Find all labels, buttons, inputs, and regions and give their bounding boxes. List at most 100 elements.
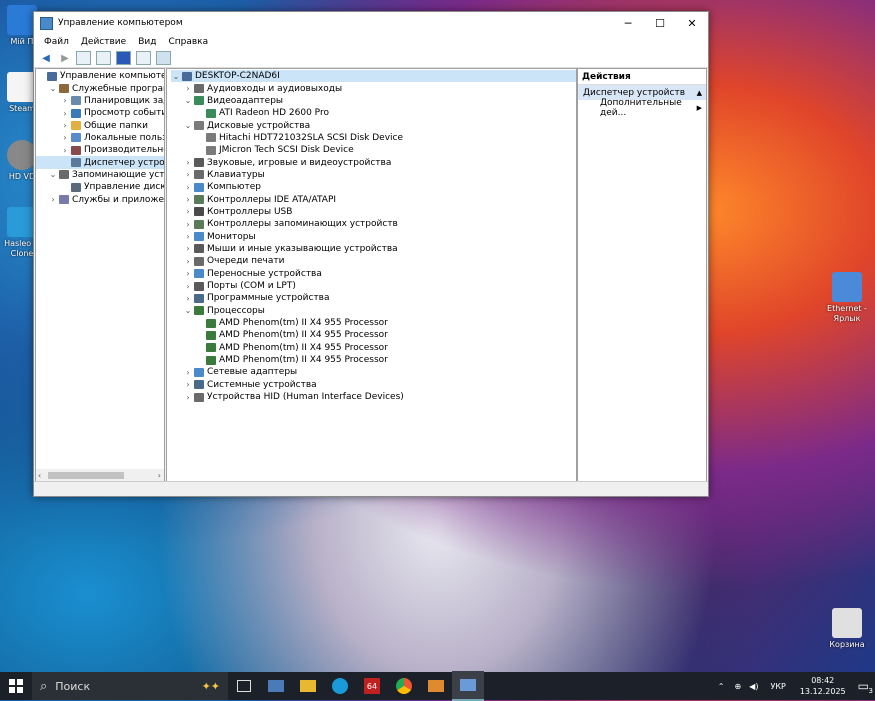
- tree-node[interactable]: › Контроллеры IDE ATA/ATAPI: [171, 193, 576, 205]
- expanded-chevron-icon[interactable]: ⌄: [183, 121, 193, 130]
- edge-icon[interactable]: [324, 672, 356, 700]
- notifications-button[interactable]: ▭ 3: [858, 679, 873, 695]
- show-hide-tree-icon[interactable]: [96, 51, 111, 65]
- forward-arrow-icon[interactable]: ▶: [57, 51, 73, 65]
- network-globe-icon[interactable]: ⊕: [734, 682, 741, 691]
- tree-node[interactable]: Hitachi HDT721032SLA SCSI Disk Device: [171, 132, 576, 144]
- tree-node[interactable]: Диспетчер устройств: [36, 156, 164, 169]
- tree-node[interactable]: AMD Phenom(tm) II X4 955 Processor: [171, 329, 576, 341]
- tree-node[interactable]: ATI Radeon HD 2600 Pro: [171, 107, 576, 119]
- app-icon-orange[interactable]: [420, 672, 452, 700]
- expanded-chevron-icon[interactable]: ⌄: [48, 170, 58, 179]
- tree-node[interactable]: ⌄ Процессоры: [171, 305, 576, 317]
- collapsed-chevron-icon[interactable]: ›: [183, 232, 193, 241]
- tree-node[interactable]: AMD Phenom(tm) II X4 955 Processor: [171, 317, 576, 329]
- tree-node[interactable]: › Службы и приложения: [36, 193, 164, 205]
- desktop-icon-ethernet[interactable]: Ethernet - Ярлык: [822, 272, 872, 324]
- maximize-button[interactable]: ☐: [644, 12, 676, 34]
- collapsed-chevron-icon[interactable]: ›: [60, 121, 70, 130]
- tray-chevron-icon[interactable]: ⌃: [718, 682, 725, 691]
- collapsed-chevron-icon[interactable]: ›: [183, 380, 193, 389]
- volume-icon[interactable]: ◀): [749, 682, 758, 691]
- collapsed-chevron-icon[interactable]: ›: [183, 282, 193, 291]
- help-icon[interactable]: [116, 51, 131, 65]
- desktop-icon-recycle-bin[interactable]: Корзина: [822, 608, 872, 650]
- scrollbar-thumb[interactable]: [48, 471, 124, 479]
- tree-node[interactable]: › Звуковые, игровые и видеоустройства: [171, 156, 576, 168]
- tree-node[interactable]: › Контроллеры запоминающих устройств: [171, 218, 576, 230]
- collapsed-chevron-icon[interactable]: ›: [183, 368, 193, 377]
- tree-node[interactable]: › Локальные пользовате: [36, 132, 164, 144]
- tree-node[interactable]: AMD Phenom(tm) II X4 955 Processor: [171, 342, 576, 354]
- collapsed-chevron-icon[interactable]: ›: [60, 146, 70, 155]
- back-arrow-icon[interactable]: ◀: [38, 51, 54, 65]
- tree-node[interactable]: ⌄ DESKTOP-C2NAD6I: [171, 70, 576, 83]
- more-actions-item[interactable]: Дополнительные дей... ▶: [578, 98, 706, 118]
- tree-node[interactable]: › Сетевые адаптеры: [171, 366, 576, 378]
- tree-node[interactable]: › Контроллеры USB: [171, 206, 576, 218]
- start-button[interactable]: [0, 672, 32, 700]
- properties-icon[interactable]: [136, 51, 151, 65]
- menu-view[interactable]: Вид: [132, 37, 162, 47]
- tree-node[interactable]: › Порты (COM и LPT): [171, 280, 576, 292]
- expanded-chevron-icon[interactable]: ⌄: [183, 96, 193, 105]
- tree-node[interactable]: › Производительность: [36, 144, 164, 156]
- task-view-icon[interactable]: [228, 672, 260, 700]
- collapsed-chevron-icon[interactable]: ›: [183, 207, 193, 216]
- expanded-chevron-icon[interactable]: ⌄: [48, 84, 58, 93]
- tree-node[interactable]: › Просмотр событий: [36, 107, 164, 119]
- collapsed-chevron-icon[interactable]: ›: [183, 269, 193, 278]
- close-button[interactable]: ✕: [676, 12, 708, 34]
- collapsed-chevron-icon[interactable]: ›: [183, 84, 193, 93]
- collapsed-chevron-icon[interactable]: ›: [183, 183, 193, 192]
- tree-node[interactable]: › Клавиатуры: [171, 169, 576, 181]
- collapsed-chevron-icon[interactable]: ›: [183, 220, 193, 229]
- tree-node[interactable]: ⌄ Запоминающие устройст: [36, 169, 164, 181]
- tree-node[interactable]: › Очереди печати: [171, 255, 576, 267]
- tree-node[interactable]: › Мониторы: [171, 230, 576, 242]
- collapsed-chevron-icon[interactable]: ›: [60, 109, 70, 118]
- computer-management-taskbar-icon[interactable]: [260, 672, 292, 700]
- tree-node[interactable]: Управление дисками: [36, 181, 164, 193]
- tree-node[interactable]: › Программные устройства: [171, 292, 576, 304]
- tree-node[interactable]: › Общие папки: [36, 119, 164, 131]
- tree-node[interactable]: › Мыши и иные указывающие устройства: [171, 243, 576, 255]
- collapsed-chevron-icon[interactable]: ›: [183, 294, 193, 303]
- menu-action[interactable]: Действие: [75, 37, 132, 47]
- file-explorer-icon[interactable]: [292, 672, 324, 700]
- tree-node[interactable]: AMD Phenom(tm) II X4 955 Processor: [171, 354, 576, 366]
- expanded-chevron-icon[interactable]: ⌄: [171, 72, 181, 81]
- collapsed-chevron-icon[interactable]: ›: [183, 158, 193, 167]
- collapsed-chevron-icon[interactable]: ›: [183, 257, 193, 266]
- menu-file[interactable]: Файл: [38, 37, 75, 47]
- tree-node[interactable]: Управление компьютером (л: [36, 70, 164, 82]
- tree-node[interactable]: ⌄ Служебные программы: [36, 82, 164, 94]
- collapsed-chevron-icon[interactable]: ›: [183, 244, 193, 253]
- tree-node[interactable]: › Аудиовходы и аудиовыходы: [171, 82, 576, 94]
- tree-node[interactable]: › Устройства HID (Human Interface Devices…: [171, 391, 576, 403]
- minimize-button[interactable]: ─: [612, 12, 644, 34]
- device-manager-taskbar-icon[interactable]: [452, 671, 484, 701]
- tree-node[interactable]: › Планировщик задач: [36, 95, 164, 107]
- collapsed-chevron-icon[interactable]: ›: [183, 393, 193, 402]
- title-bar[interactable]: Управление компьютером ─ ☐ ✕: [34, 12, 708, 34]
- tree-node[interactable]: › Системные устройства: [171, 379, 576, 391]
- collapse-up-icon[interactable]: ▲: [697, 89, 702, 97]
- menu-help[interactable]: Справка: [162, 37, 214, 47]
- tree-node[interactable]: ⌄ Видеоадаптеры: [171, 95, 576, 107]
- horizontal-scrollbar[interactable]: ‹ ›: [36, 469, 164, 481]
- collapsed-chevron-icon[interactable]: ›: [60, 96, 70, 105]
- collapsed-chevron-icon[interactable]: ›: [60, 133, 70, 142]
- expanded-chevron-icon[interactable]: ⌄: [183, 306, 193, 315]
- monitor-icon[interactable]: [156, 51, 171, 65]
- up-folder-icon[interactable]: [76, 51, 91, 65]
- tree-node[interactable]: ⌄ Дисковые устройства: [171, 119, 576, 131]
- tree-node[interactable]: › Компьютер: [171, 181, 576, 193]
- collapsed-chevron-icon[interactable]: ›: [183, 170, 193, 179]
- aida64-icon[interactable]: 64: [356, 672, 388, 700]
- scroll-left-icon[interactable]: ‹: [38, 471, 41, 480]
- collapsed-chevron-icon[interactable]: ›: [48, 195, 58, 204]
- collapsed-chevron-icon[interactable]: ›: [183, 195, 193, 204]
- chrome-icon[interactable]: [388, 672, 420, 700]
- scroll-right-icon[interactable]: ›: [158, 471, 161, 480]
